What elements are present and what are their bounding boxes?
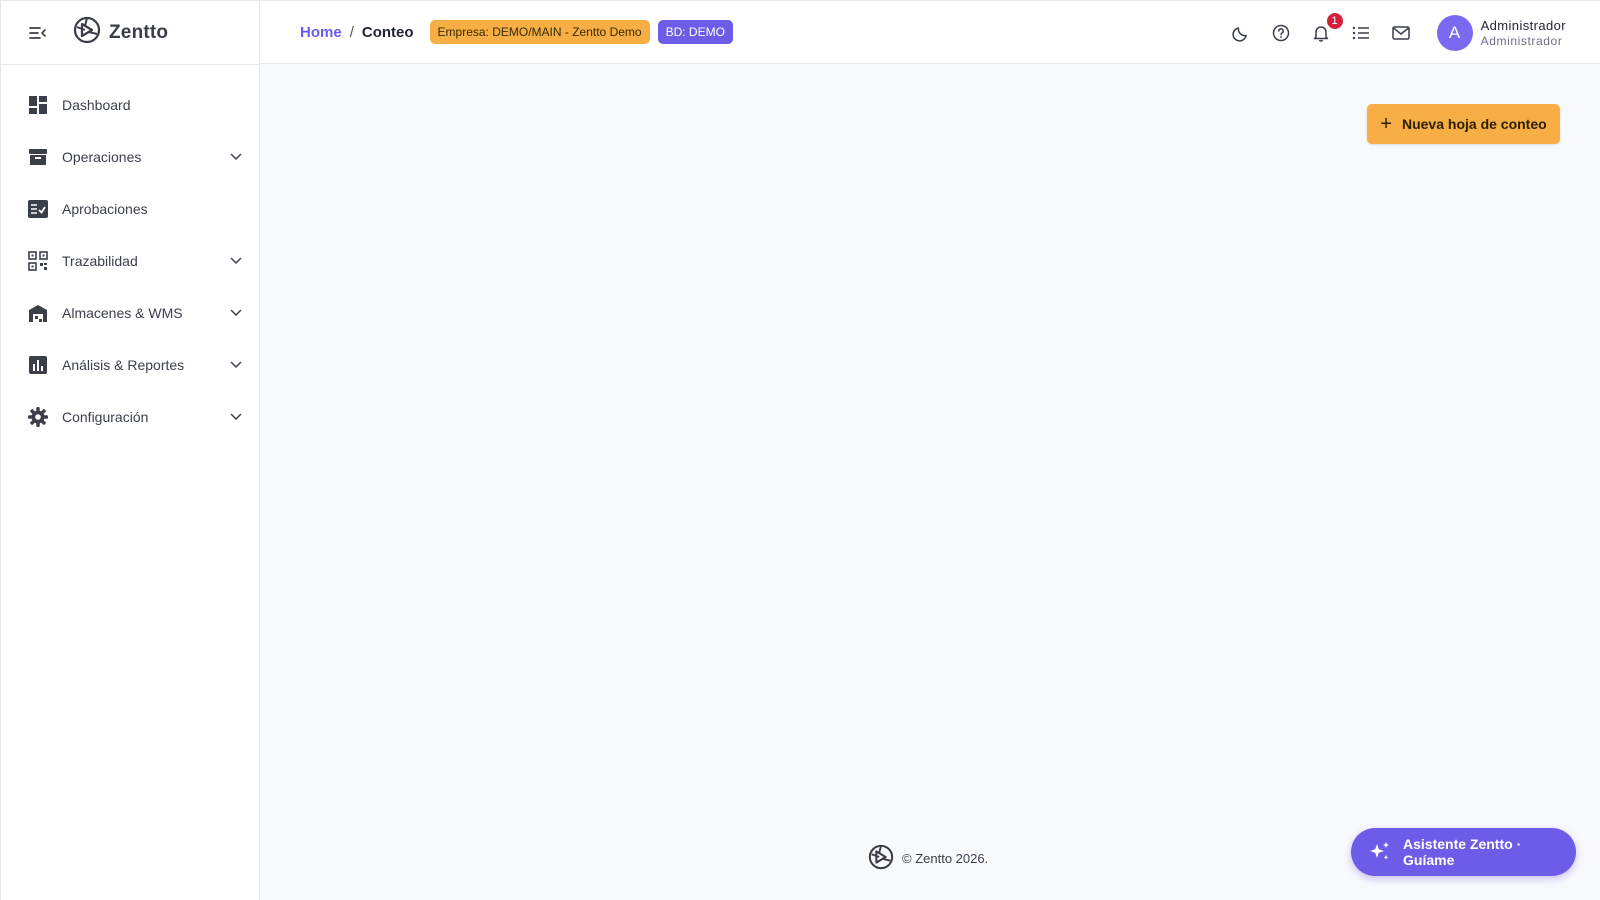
sidebar-item-almacenes[interactable]: Almacenes & WMS xyxy=(1,287,259,339)
chevron-down-icon xyxy=(229,254,243,268)
qr-code-icon xyxy=(27,250,49,272)
sidebar-item-aprobaciones[interactable]: Aprobaciones xyxy=(1,183,259,235)
sidebar-item-dashboard[interactable]: Dashboard xyxy=(1,79,259,131)
brand-logo[interactable]: Zentto xyxy=(73,16,168,49)
sidebar-item-configuracion[interactable]: Configuración xyxy=(1,391,259,443)
gear-icon xyxy=(27,406,49,428)
dark-mode-moon-icon[interactable] xyxy=(1229,21,1253,45)
sidebar-item-operaciones[interactable]: Operaciones xyxy=(1,131,259,183)
chevron-down-icon xyxy=(229,150,243,164)
task-list-icon[interactable] xyxy=(1349,21,1373,45)
sidebar-item-label: Dashboard xyxy=(62,97,131,113)
database-badge: BD: DEMO xyxy=(657,20,733,44)
menu-collapse-icon[interactable] xyxy=(27,22,49,44)
bar-chart-icon xyxy=(27,354,49,376)
sidebar-item-label: Trazabilidad xyxy=(62,253,138,269)
top-bar: Home / Conteo Empresa: DEMO/MAIN - Zentt… xyxy=(260,0,1600,64)
mail-icon[interactable] xyxy=(1389,21,1413,45)
zentto-footer-logo-icon xyxy=(868,844,894,873)
company-badge: Empresa: DEMO/MAIN - Zentto Demo xyxy=(429,20,650,44)
archive-box-icon xyxy=(27,146,49,168)
top-actions: 1 A Administrador Administrador xyxy=(1229,1,1600,65)
warehouse-icon xyxy=(27,302,49,324)
checklist-icon xyxy=(27,198,49,220)
sidebar-item-trazabilidad[interactable]: Trazabilidad xyxy=(1,235,259,287)
notification-count-badge: 1 xyxy=(1324,11,1345,31)
sidebar-item-label: Almacenes & WMS xyxy=(62,305,183,321)
assistant-button[interactable]: Asistente Zentto · Guíame xyxy=(1351,828,1576,876)
breadcrumb-separator: / xyxy=(349,23,354,41)
breadcrumb-current: Conteo xyxy=(361,23,414,41)
sidebar: Zentto Dashboard Operaciones Aprobacione… xyxy=(0,0,260,900)
help-icon[interactable] xyxy=(1269,21,1293,45)
sidebar-nav: Dashboard Operaciones Aprobaciones Traza… xyxy=(1,65,259,443)
user-name: Administrador xyxy=(1480,18,1566,33)
footer-copyright: © Zentto 2026. xyxy=(902,851,989,866)
user-menu[interactable]: A Administrador Administrador xyxy=(1436,15,1566,51)
notifications-bell-icon[interactable]: 1 xyxy=(1309,11,1345,45)
assistant-button-label: Asistente Zentto · Guíame xyxy=(1403,836,1522,868)
plus-icon: + xyxy=(1380,113,1392,135)
chevron-down-icon xyxy=(229,306,243,320)
sidebar-item-analisis[interactable]: Análisis & Reportes xyxy=(1,339,259,391)
new-count-sheet-button[interactable]: + Nueva hoja de conteo xyxy=(1367,104,1560,144)
new-count-sheet-label: Nueva hoja de conteo xyxy=(1401,116,1547,132)
footer: © Zentto 2026. xyxy=(868,844,988,873)
sidebar-header: Zentto xyxy=(1,0,259,65)
zentto-logo-icon xyxy=(73,16,101,49)
breadcrumb-home-link[interactable]: Home xyxy=(300,24,342,41)
sidebar-item-label: Aprobaciones xyxy=(62,201,148,217)
avatar: A xyxy=(1436,15,1473,51)
user-info: Administrador Administrador xyxy=(1481,18,1566,48)
breadcrumb: Home / Conteo xyxy=(300,24,414,41)
chevron-down-icon xyxy=(229,358,243,372)
brand-name: Zentto xyxy=(109,21,169,43)
sidebar-item-label: Análisis & Reportes xyxy=(62,357,185,373)
sidebar-item-label: Configuración xyxy=(62,409,149,425)
dashboard-icon xyxy=(27,94,49,116)
sparkle-icon xyxy=(1369,841,1391,863)
user-role: Administrador xyxy=(1480,33,1563,48)
chevron-down-icon xyxy=(229,410,243,424)
sidebar-item-label: Operaciones xyxy=(62,149,142,165)
